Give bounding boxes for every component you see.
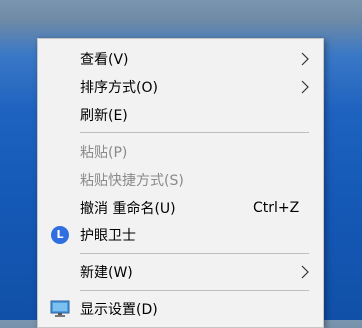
menu-item-new[interactable]: 新建(W) <box>38 258 323 286</box>
menu-separator <box>80 290 309 291</box>
menu-item-display-settings[interactable]: 显示设置(D) <box>38 295 323 323</box>
eye-guard-icon: L <box>51 226 69 244</box>
desktop-background: 查看(V) 排序方式(O) 刷新(E) 粘贴(P) 粘贴快捷方式(S) 撤消 重… <box>0 0 362 328</box>
menu-item-label: 粘贴快捷方式(S) <box>80 173 184 189</box>
menu-separator <box>80 132 309 133</box>
menu-item-paste[interactable]: 粘贴(P) <box>38 138 323 166</box>
menu-item-view[interactable]: 查看(V) <box>38 45 323 73</box>
menu-item-shortcut: Ctrl+Z <box>253 200 300 216</box>
chevron-right-icon <box>301 80 309 94</box>
menu-item-eye-guard[interactable]: L 护眼卫士 <box>38 221 323 249</box>
menu-item-label: 刷新(E) <box>80 108 128 124</box>
menu-item-refresh[interactable]: 刷新(E) <box>38 101 323 129</box>
menu-item-label: 查看(V) <box>80 52 129 68</box>
menu-item-sort[interactable]: 排序方式(O) <box>38 73 323 101</box>
chevron-right-icon <box>301 52 309 66</box>
chevron-right-icon <box>301 265 309 279</box>
menu-item-label: 护眼卫士 <box>80 228 136 244</box>
menu-separator <box>80 253 309 254</box>
menu-item-paste-shortcut[interactable]: 粘贴快捷方式(S) <box>38 166 323 194</box>
menu-item-label: 粘贴(P) <box>80 145 128 161</box>
menu-item-label: 排序方式(O) <box>80 80 158 96</box>
menu-item-label: 新建(W) <box>80 265 133 281</box>
menu-item-undo-rename[interactable]: 撤消 重命名(U) Ctrl+Z <box>38 194 323 222</box>
menu-item-label: 显示设置(D) <box>80 302 158 318</box>
menu-item-label: 撤消 重命名(U) <box>80 201 176 217</box>
display-icon <box>50 300 70 317</box>
context-menu: 查看(V) 排序方式(O) 刷新(E) 粘贴(P) 粘贴快捷方式(S) 撤消 重… <box>37 38 324 328</box>
